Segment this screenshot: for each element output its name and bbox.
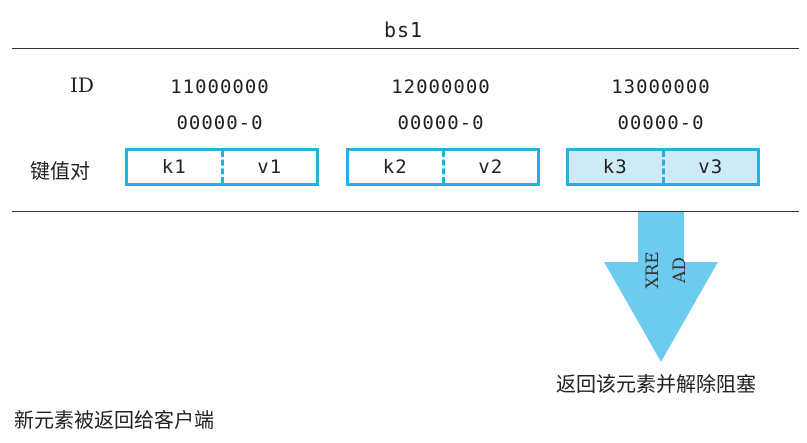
top-divider — [12, 48, 799, 49]
entry-1-kv-box: k1 v1 — [125, 148, 319, 186]
stream-title: bs1 — [383, 18, 424, 42]
kv-row-label: 键值对 — [30, 159, 90, 183]
entry-3-value: v3 — [698, 156, 724, 178]
entry-3-id-line1: 13000000 — [611, 76, 711, 98]
entry-2-id-line1: 12000000 — [391, 76, 491, 98]
entry-3-key: k3 — [569, 151, 665, 183]
entry-3-kv-box: k3 v3 — [566, 148, 760, 186]
xread-arrow: XRE AD — [604, 212, 718, 362]
entry-3-id-line2: 00000-0 — [617, 112, 705, 134]
entry-1-id-line2: 00000-0 — [176, 112, 264, 134]
entry-2-key: k2 — [349, 151, 445, 183]
entry-2-value: v2 — [478, 156, 504, 178]
new-element-caption: 新元素被返回给客户端 — [14, 408, 214, 432]
entry-1-value: v1 — [257, 156, 283, 178]
entry-1-key: k1 — [128, 151, 224, 183]
arrow-label-line1: XRE — [643, 251, 663, 288]
id-row-label: ID — [70, 73, 94, 97]
entry-2-kv-box: k2 v2 — [346, 148, 540, 186]
entry-2-id-line2: 00000-0 — [397, 112, 485, 134]
arrow-label-line2: AD — [670, 257, 690, 284]
result-caption: 返回该元素并解除阻塞 — [556, 372, 756, 396]
entry-1-id-line1: 11000000 — [170, 76, 270, 98]
